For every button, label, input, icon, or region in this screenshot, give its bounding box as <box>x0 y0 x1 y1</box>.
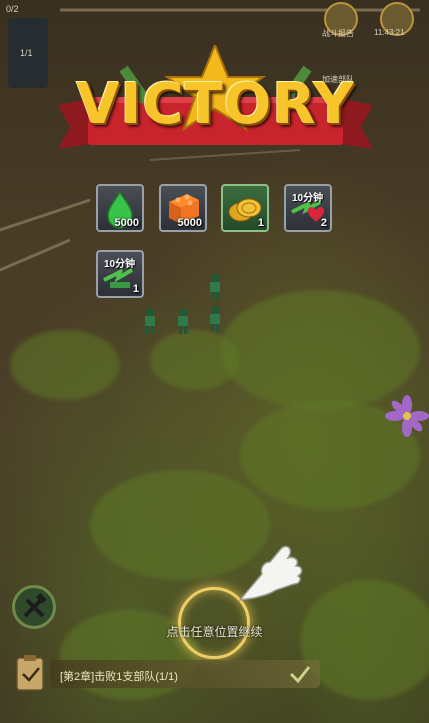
pointing-hand-icon <box>238 545 303 602</box>
soldier-figure <box>208 306 222 332</box>
top-counter: 0/2 <box>6 4 19 14</box>
mission-clipboard-icon <box>16 655 44 691</box>
reward-item[interactable]: 10分钟 1 <box>96 250 144 298</box>
reward-item[interactable]: 10分钟 2 <box>284 184 332 232</box>
timer-label: 11:43:21 <box>374 28 405 37</box>
reward-item[interactable]: 5000 <box>159 184 207 232</box>
check-icon <box>289 666 311 684</box>
soldier-figure <box>208 274 222 300</box>
battle-report-label: 战斗报告 <box>322 29 354 38</box>
reward-count: 1 <box>132 283 139 295</box>
reward-count: 1 <box>257 217 264 229</box>
soldier-figure <box>143 308 157 334</box>
mission-text: [第2章]击败1支部队(1/1) <box>60 671 178 683</box>
reward-badge: 10分钟 <box>104 259 136 270</box>
victory-title: VICTORY <box>76 72 355 137</box>
reward-badge: 10分钟 <box>292 193 324 204</box>
reward-item[interactable]: 1 <box>221 184 269 232</box>
hammer-wrench-icon <box>23 593 47 618</box>
soldier-figure <box>176 308 190 334</box>
reward-item[interactable]: 5000 <box>96 184 144 232</box>
reward-count: 2 <box>320 217 327 229</box>
build-button[interactable] <box>12 585 56 629</box>
unit-count: 1/1 <box>20 48 33 58</box>
flower-icon <box>385 395 429 437</box>
continue-prompt[interactable]: 点击任意位置继续 <box>0 623 429 640</box>
reward-count: 5000 <box>177 217 202 229</box>
reward-count: 5000 <box>114 217 139 229</box>
